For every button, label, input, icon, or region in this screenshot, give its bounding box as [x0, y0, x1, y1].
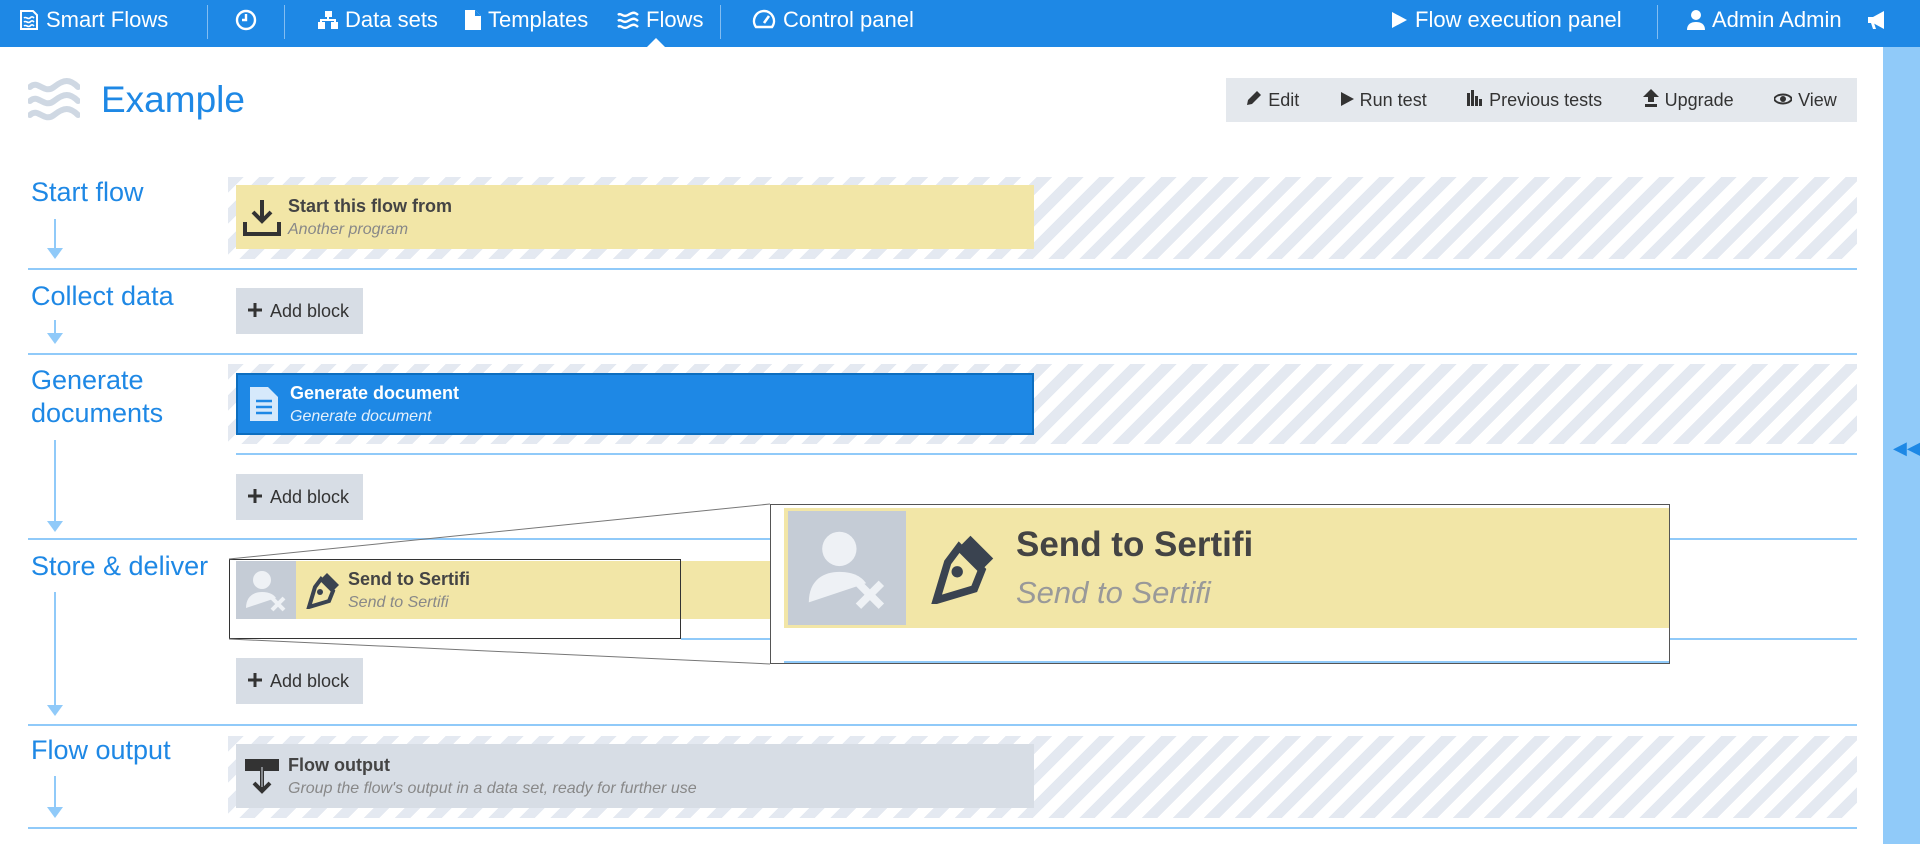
zoom-title: Send to Sertifi: [1016, 525, 1254, 564]
zoomed-sertifi-block: Send to Sertifi Send to Sertifi: [784, 508, 1669, 628]
pen-nib-icon: [906, 532, 1016, 604]
zoom-divider: [784, 661, 1669, 663]
zoom-connector-lines: [228, 503, 771, 665]
user-remove-icon: [788, 511, 906, 625]
zoom-inset: Send to Sertifi Send to Sertifi: [770, 504, 1670, 664]
zoom-subtitle: Send to Sertifi: [1016, 575, 1211, 610]
